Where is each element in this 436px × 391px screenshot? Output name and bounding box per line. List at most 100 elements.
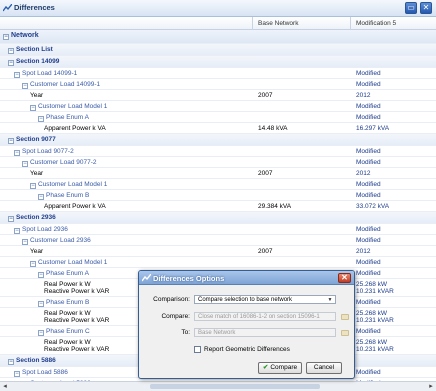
restore-icon[interactable]: ▭ bbox=[405, 2, 417, 14]
collapse-toggle-icon[interactable]: − bbox=[14, 72, 20, 78]
collapse-toggle-icon[interactable]: − bbox=[38, 301, 44, 307]
row-label-text: Apparent Power k VA bbox=[44, 203, 106, 210]
row-label: Apparent Power k VA bbox=[44, 125, 106, 132]
chevron-down-icon[interactable]: ▼ bbox=[326, 297, 334, 303]
collapse-toggle-icon[interactable]: − bbox=[8, 48, 14, 54]
table-row[interactable]: − Section List bbox=[0, 44, 436, 56]
collapse-toggle-icon[interactable]: − bbox=[38, 194, 44, 200]
comparison-select[interactable]: Compare selection to base network ▼ bbox=[194, 295, 336, 304]
table-row[interactable]: − Network bbox=[0, 30, 436, 44]
browse-folder-icon[interactable] bbox=[341, 330, 349, 336]
table-row[interactable]: − Section 14099 bbox=[0, 56, 436, 68]
collapse-toggle-icon[interactable]: − bbox=[22, 239, 28, 245]
collapse-toggle-icon[interactable]: − bbox=[38, 116, 44, 122]
column-header-base-network[interactable]: Base Network bbox=[258, 20, 298, 27]
collapse-toggle-icon[interactable]: − bbox=[30, 105, 36, 111]
table-row[interactable]: − Phase Enum A Modified bbox=[0, 112, 436, 123]
report-geometric-checkbox[interactable] bbox=[194, 346, 201, 353]
table-row[interactable]: Apparent Power k VA 29.384 kVA 33.072 kVA bbox=[0, 201, 436, 212]
close-icon[interactable]: ✕ bbox=[420, 2, 432, 14]
column-divider[interactable] bbox=[350, 17, 351, 30]
row-label: − Spot Load 5886 bbox=[14, 369, 68, 377]
base-network-cell: 2007 bbox=[258, 248, 273, 255]
collapse-toggle-icon[interactable]: − bbox=[38, 272, 44, 278]
collapse-toggle-icon[interactable]: − bbox=[38, 330, 44, 336]
modification-cell: Modified bbox=[356, 299, 381, 306]
modification-cell: 2012 bbox=[356, 170, 371, 177]
collapse-toggle-icon[interactable]: − bbox=[22, 83, 28, 89]
base-network-cell: 2007 bbox=[258, 170, 273, 177]
table-row[interactable]: − Spot Load 14099-1 Modified bbox=[0, 68, 436, 79]
row-label: Year bbox=[30, 170, 43, 177]
to-field[interactable]: Base Network bbox=[194, 328, 336, 337]
row-label-text: Phase Enum B bbox=[46, 299, 90, 306]
table-row[interactable]: − Customer Load 9077-2 Modified bbox=[0, 157, 436, 168]
column-divider[interactable] bbox=[252, 17, 253, 30]
modification-cell: 33.072 kVA bbox=[356, 203, 390, 210]
table-row[interactable]: − Section 9077 bbox=[0, 134, 436, 146]
scroll-left-icon[interactable]: ◂ bbox=[0, 382, 10, 391]
compare-button-label: Compare bbox=[270, 364, 298, 371]
collapse-toggle-icon[interactable]: − bbox=[8, 138, 14, 144]
compare-label: Compare: bbox=[161, 313, 190, 320]
row-label: − Spot Load 14099-1 bbox=[14, 70, 77, 78]
table-row[interactable]: − Spot Load 9077-2 Modified bbox=[0, 146, 436, 157]
modification-cell: 25.268 kW 10.231 kVAR bbox=[356, 281, 394, 295]
row-label: − Spot Load 9077-2 bbox=[14, 148, 74, 156]
compare-field[interactable]: Close match of 16086-1-2 on section 1509… bbox=[194, 312, 336, 321]
row-label-text: Customer Load Model 1 bbox=[38, 103, 108, 110]
scroll-right-icon[interactable]: ▸ bbox=[426, 382, 436, 391]
collapse-toggle-icon[interactable]: − bbox=[30, 261, 36, 267]
check-icon: ✔ bbox=[262, 364, 269, 371]
horizontal-scrollbar[interactable]: ◂ ▸ bbox=[0, 381, 436, 391]
collapse-toggle-icon[interactable]: − bbox=[14, 228, 20, 234]
row-label-text: Year bbox=[30, 170, 44, 177]
collapse-toggle-icon[interactable]: − bbox=[3, 34, 9, 40]
row-label-text: Customer Load Model 1 bbox=[38, 259, 108, 266]
row-label-text: Phase Enum C bbox=[46, 328, 90, 335]
table-row[interactable]: − Customer Load 14099-1 Modified bbox=[0, 79, 436, 90]
table-row[interactable]: − Customer Load Model 1 Modified bbox=[0, 101, 436, 112]
collapse-toggle-icon[interactable]: − bbox=[14, 371, 20, 377]
browse-folder-icon[interactable] bbox=[341, 314, 349, 320]
row-label-text: Apparent Power k VA bbox=[44, 125, 106, 132]
column-header: Base Network Modification 5 bbox=[0, 17, 436, 30]
collapse-toggle-icon[interactable]: − bbox=[8, 60, 14, 66]
row-label: − Customer Load 14099-1 bbox=[22, 81, 100, 89]
table-row[interactable]: Year 2007 2012 bbox=[0, 90, 436, 101]
table-row[interactable]: − Spot Load 2936 Modified bbox=[0, 224, 436, 235]
table-row[interactable]: Year 2007 2012 bbox=[0, 246, 436, 257]
scroll-thumb[interactable] bbox=[150, 384, 320, 389]
row-label-text: Spot Load 2936 bbox=[22, 226, 68, 233]
collapse-toggle-icon[interactable]: − bbox=[14, 150, 20, 156]
row-label: − Phase Enum B bbox=[38, 192, 89, 200]
row-label: − Section List bbox=[8, 46, 53, 54]
row-label-text: Year bbox=[30, 248, 44, 255]
window-title: Differences bbox=[14, 3, 55, 12]
column-header-modification[interactable]: Modification 5 bbox=[356, 20, 396, 27]
table-row[interactable]: − Customer Load Model 1 Modified bbox=[0, 179, 436, 190]
collapse-toggle-icon[interactable]: − bbox=[22, 161, 28, 167]
cancel-button-label: Cancel bbox=[313, 364, 335, 371]
modification-cell: 25.268 kW 10.231 kVAR bbox=[356, 310, 394, 324]
table-row[interactable]: Apparent Power k VA 14.48 kVA 16.297 kVA bbox=[0, 123, 436, 134]
row-label-text: Spot Load 14099-1 bbox=[22, 70, 78, 77]
row-label-text: Network bbox=[11, 32, 39, 39]
row-label-text: Section 9077 bbox=[16, 136, 56, 143]
row-label-text: Real Power k W Reactive Power k VAR bbox=[44, 310, 110, 324]
table-row[interactable]: − Customer Load Model 1 Modified bbox=[0, 257, 436, 268]
collapse-toggle-icon[interactable]: − bbox=[30, 183, 36, 189]
cancel-button[interactable]: Cancel bbox=[306, 362, 342, 374]
row-label-text: Section 5886 bbox=[16, 357, 56, 364]
table-row[interactable]: − Section 2936 bbox=[0, 212, 436, 224]
row-label: Real Power k W Reactive Power k VAR bbox=[44, 281, 109, 295]
collapse-toggle-icon[interactable]: − bbox=[8, 359, 14, 365]
row-label-text: Section List bbox=[16, 46, 53, 53]
modification-cell: Modified bbox=[356, 192, 381, 199]
table-row[interactable]: − Phase Enum B Modified bbox=[0, 190, 436, 201]
dialog-close-icon[interactable]: ✕ bbox=[338, 273, 351, 283]
table-row[interactable]: − Customer Load 2936 Modified bbox=[0, 235, 436, 246]
collapse-toggle-icon[interactable]: − bbox=[8, 216, 14, 222]
table-row[interactable]: Year 2007 2012 bbox=[0, 168, 436, 179]
compare-button[interactable]: ✔ Compare bbox=[258, 362, 302, 374]
